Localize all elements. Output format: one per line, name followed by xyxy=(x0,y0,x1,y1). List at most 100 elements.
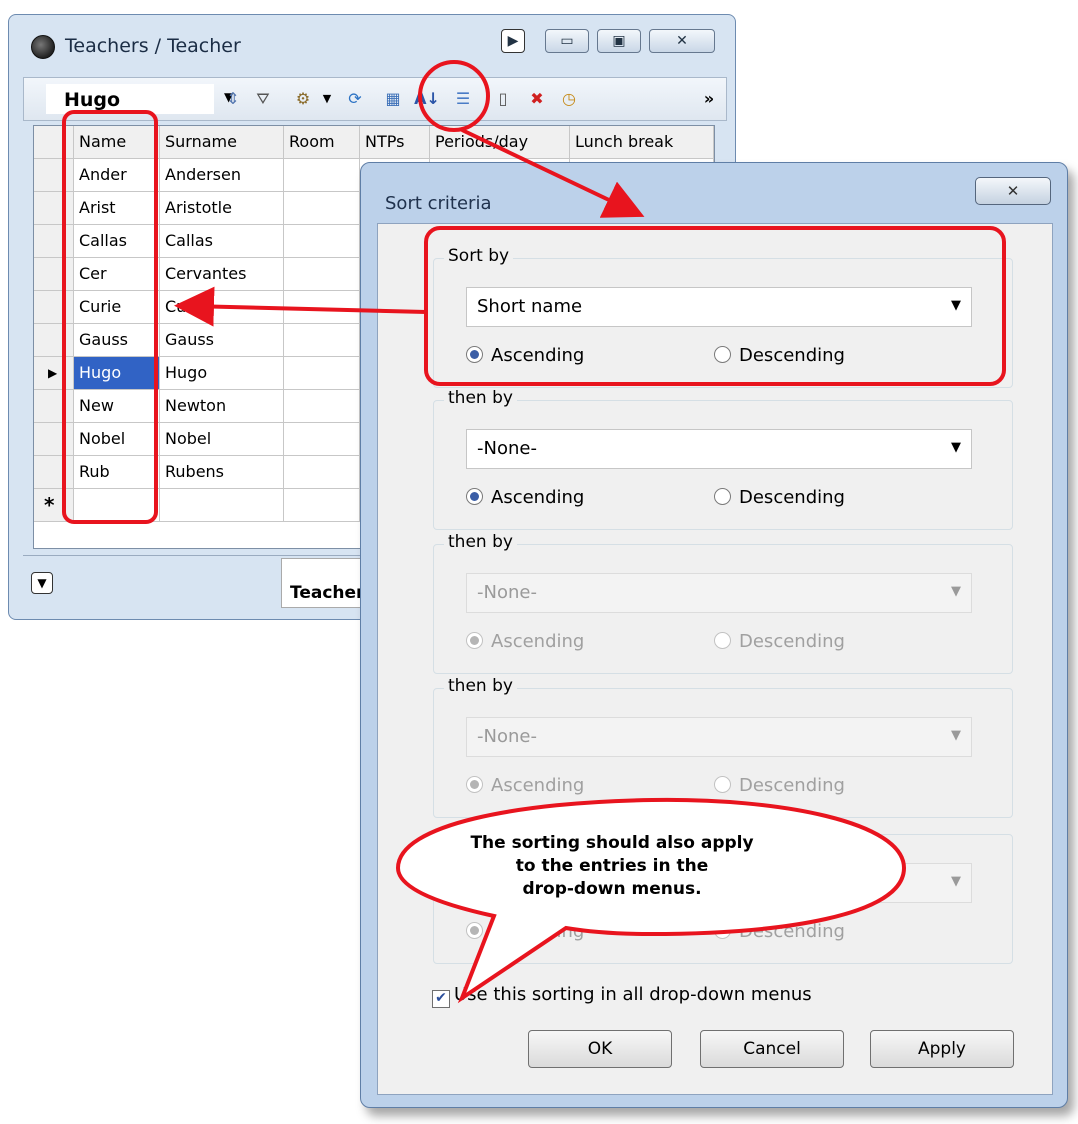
sort-group: then by -None- ▼ Ascending Descending xyxy=(433,532,1013,674)
column-header[interactable]: Periods/day xyxy=(430,126,570,159)
grid-corner xyxy=(34,126,74,159)
column-header[interactable]: Lunch break xyxy=(570,126,714,159)
filter-icon[interactable]: ⛛ xyxy=(250,86,276,112)
ascending-label: Ascending xyxy=(491,921,585,942)
new-row-cell[interactable] xyxy=(74,489,160,522)
new-row-cell[interactable] xyxy=(284,489,360,522)
room-cell[interactable] xyxy=(284,258,360,291)
toolbar: Hugo ▼ ⇕ ⛛ ⚙ ▼ ⟳ ▦ A↓ ☰ ▯ ✖ ◷ » xyxy=(23,77,727,121)
row-header[interactable] xyxy=(34,225,74,258)
chevron-down-icon[interactable]: ▼ xyxy=(951,440,961,455)
delete-icon[interactable]: ✖ xyxy=(524,86,550,112)
sort-field-select[interactable]: -None- ▼ xyxy=(466,429,972,469)
room-cell[interactable] xyxy=(284,390,360,423)
ascending-radio[interactable]: Ascending xyxy=(466,345,584,366)
name-cell[interactable]: Rub xyxy=(74,456,160,489)
radio-dot-icon[interactable] xyxy=(466,488,483,505)
row-header[interactable] xyxy=(34,390,74,423)
name-cell[interactable]: Hugo xyxy=(74,357,160,390)
name-cell[interactable]: Curie xyxy=(74,291,160,324)
surname-cell[interactable]: Cervantes xyxy=(160,258,284,291)
name-cell[interactable]: Gauss xyxy=(74,324,160,357)
room-cell[interactable] xyxy=(284,192,360,225)
surname-cell[interactable]: Curie xyxy=(160,291,284,324)
settings-icon[interactable]: ⚙ xyxy=(290,86,316,112)
surname-cell[interactable]: Rubens xyxy=(160,456,284,489)
radio-dot-icon[interactable] xyxy=(714,488,731,505)
ok-button[interactable]: OK xyxy=(528,1030,672,1068)
row-header[interactable] xyxy=(34,291,74,324)
descending-radio[interactable]: Descending xyxy=(714,487,845,508)
teacher-combo[interactable]: Hugo ▼ xyxy=(46,84,233,114)
row-header[interactable] xyxy=(34,192,74,225)
name-cell[interactable]: Ander xyxy=(74,159,160,192)
surname-cell[interactable]: Hugo xyxy=(160,357,284,390)
surname-cell[interactable]: Andersen xyxy=(160,159,284,192)
play-icon[interactable]: ▶ xyxy=(501,29,525,53)
radio-dot-icon[interactable] xyxy=(466,346,483,363)
toolbar-overflow-icon[interactable]: » xyxy=(696,86,722,112)
checkmark-icon[interactable]: ✔ xyxy=(432,990,450,1008)
descending-radio: Descending xyxy=(714,631,845,652)
radio-dot-icon xyxy=(466,632,483,649)
sort-group: Sort by Short name ▼ Ascending Descending xyxy=(433,246,1013,388)
use-sorting-label: Use this sorting in all drop-down menus xyxy=(454,984,812,1005)
row-header[interactable]: ▶ xyxy=(34,357,74,390)
apply-button[interactable]: Apply xyxy=(870,1030,1014,1068)
room-cell[interactable] xyxy=(284,159,360,192)
new-row-cell[interactable] xyxy=(160,489,284,522)
sort-field-select[interactable]: Short name ▼ xyxy=(466,287,972,327)
dialog-close-button[interactable]: ✕ xyxy=(975,177,1051,205)
settings-dropdown-icon[interactable]: ▼ xyxy=(314,86,340,112)
column-header[interactable]: NTPs xyxy=(360,126,430,159)
grid-icon[interactable]: ▦ xyxy=(380,86,406,112)
row-header[interactable] xyxy=(34,324,74,357)
room-cell[interactable] xyxy=(284,324,360,357)
list-icon[interactable]: ☰ xyxy=(450,86,476,112)
column-header[interactable]: Name xyxy=(74,126,160,159)
room-cell[interactable] xyxy=(284,225,360,258)
column-header[interactable]: Room xyxy=(284,126,360,159)
descending-radio[interactable]: Descending xyxy=(714,345,845,366)
row-header[interactable] xyxy=(34,258,74,291)
surname-cell[interactable]: Gauss xyxy=(160,324,284,357)
surname-cell[interactable]: Callas xyxy=(160,225,284,258)
name-cell[interactable]: Callas xyxy=(74,225,160,258)
room-cell[interactable] xyxy=(284,456,360,489)
row-header[interactable] xyxy=(34,159,74,192)
surname-cell[interactable]: Aristotle xyxy=(160,192,284,225)
callout-text: The sorting should also apply to the ent… xyxy=(412,832,812,901)
clock-icon[interactable]: ◷ xyxy=(556,86,582,112)
descending-label: Descending xyxy=(739,631,845,652)
maximize-button[interactable]: ▣ xyxy=(597,29,641,53)
surname-cell[interactable]: Newton xyxy=(160,390,284,423)
use-sorting-checkbox[interactable]: ✔ Use this sorting in all drop-down menus xyxy=(432,984,812,1008)
room-cell[interactable] xyxy=(284,291,360,324)
stepper-icon[interactable]: ⇕ xyxy=(220,86,246,112)
cancel-button[interactable]: Cancel xyxy=(700,1030,844,1068)
ascending-radio[interactable]: Ascending xyxy=(466,487,584,508)
chevron-down-icon[interactable]: ▼ xyxy=(951,298,961,313)
sort-field-select: -None- ▼ xyxy=(466,717,972,757)
clock-app-icon xyxy=(31,35,55,59)
title-bar[interactable]: Teachers / Teacher ▶ ▭ ▣ ✕ xyxy=(9,15,735,75)
minimize-button[interactable]: ▭ xyxy=(545,29,589,53)
name-cell[interactable]: New xyxy=(74,390,160,423)
new-icon[interactable]: ▯ xyxy=(490,86,516,112)
row-header[interactable] xyxy=(34,423,74,456)
descending-label: Descending xyxy=(739,775,845,796)
surname-cell[interactable]: Nobel xyxy=(160,423,284,456)
row-header[interactable] xyxy=(34,456,74,489)
sort-field-select: -None- ▼ xyxy=(466,573,972,613)
radio-dot-icon[interactable] xyxy=(714,346,731,363)
room-cell[interactable] xyxy=(284,423,360,456)
column-header[interactable]: Surname xyxy=(160,126,284,159)
name-cell[interactable]: Nobel xyxy=(74,423,160,456)
room-cell[interactable] xyxy=(284,357,360,390)
name-cell[interactable]: Cer xyxy=(74,258,160,291)
expand-icon[interactable]: ▼ xyxy=(31,572,53,594)
refresh-icon[interactable]: ⟳ xyxy=(342,86,368,112)
sort-icon[interactable]: A↓ xyxy=(414,86,440,112)
window-close-button[interactable]: ✕ xyxy=(649,29,715,53)
name-cell[interactable]: Arist xyxy=(74,192,160,225)
